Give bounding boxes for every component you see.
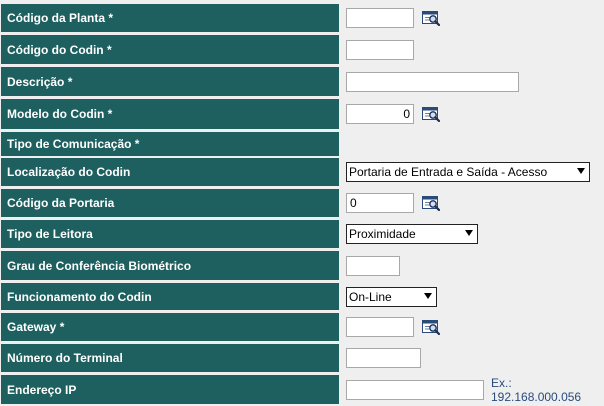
descricao-label: Descrição *: [1, 67, 339, 96]
tipo-leitora-select[interactable]: Proximidade: [346, 224, 478, 244]
codigo-codin-label: Código do Codin *: [1, 35, 339, 64]
grau-biometrico-input[interactable]: [346, 255, 400, 276]
localizacao-codin-select[interactable]: Portaria de Entrada e Saída - Acesso: [346, 162, 590, 182]
gateway-control: [346, 313, 440, 341]
row-grau-biometrico: Grau de Conferência Biométrico: [0, 251, 604, 280]
codigo-portaria-lookup-icon[interactable]: [422, 195, 440, 211]
row-numero-terminal: Número do Terminal: [0, 344, 604, 372]
descricao-input[interactable]: [346, 71, 519, 92]
grau-biometrico-control: [346, 251, 400, 280]
codigo-portaria-control: [346, 189, 440, 217]
row-tipo-leitora: Tipo de Leitora Proximidade: [0, 220, 604, 248]
gateway-label: Gateway *: [1, 313, 339, 341]
tipo-leitora-control: Proximidade: [346, 220, 478, 248]
codigo-portaria-input[interactable]: [346, 193, 414, 213]
row-gateway: Gateway *: [0, 313, 604, 341]
modelo-codin-lookup-icon[interactable]: [422, 106, 440, 122]
modelo-codin-control: [346, 99, 440, 129]
row-localizacao-codin: Localização do Codin Portaria de Entrada…: [0, 158, 604, 186]
localizacao-codin-label: Localização do Codin: [1, 158, 339, 186]
row-endereco-ip: Endereço IP Ex.: 192.168.000.056: [0, 375, 604, 404]
codigo-codin-control: [346, 35, 414, 64]
codigo-portaria-label: Código da Portaria: [1, 189, 339, 217]
row-codigo-planta: Código da Planta *: [0, 4, 604, 32]
descricao-control: [346, 67, 519, 96]
endereco-ip-hint: Ex.: 192.168.000.056: [491, 375, 582, 404]
row-codigo-portaria: Código da Portaria: [0, 189, 604, 217]
localizacao-codin-select-wrap: Portaria de Entrada e Saída - Acesso: [346, 162, 590, 182]
numero-terminal-label: Número do Terminal: [1, 344, 339, 372]
numero-terminal-control: [346, 344, 421, 372]
codin-form: Código da Planta * Código do Codin * Des…: [0, 0, 604, 406]
tipo-leitora-select-wrap: Proximidade: [346, 224, 478, 244]
gateway-lookup-icon[interactable]: [422, 319, 440, 335]
row-descricao: Descrição *: [0, 67, 604, 96]
grau-biometrico-label: Grau de Conferência Biométrico: [1, 251, 339, 280]
row-funcionamento-codin: Funcionamento do Codin On-Line: [0, 283, 604, 310]
tipo-comunicacao-label: Tipo de Comunicação *: [1, 132, 339, 156]
gateway-input[interactable]: [346, 317, 414, 337]
modelo-codin-input[interactable]: [346, 104, 414, 124]
endereco-ip-control: Ex.: 192.168.000.056: [346, 375, 604, 404]
endereco-ip-input[interactable]: [346, 379, 484, 400]
numero-terminal-input[interactable]: [346, 348, 421, 368]
codigo-codin-input[interactable]: [346, 39, 414, 60]
codigo-planta-input[interactable]: [346, 8, 414, 28]
funcionamento-codin-select-wrap: On-Line: [346, 286, 437, 307]
row-tipo-comunicacao: Tipo de Comunicação *: [0, 132, 604, 156]
localizacao-codin-control: Portaria de Entrada e Saída - Acesso: [346, 158, 590, 186]
row-codigo-codin: Código do Codin *: [0, 35, 604, 64]
endereco-ip-label: Endereço IP: [1, 375, 339, 404]
funcionamento-codin-select[interactable]: On-Line: [346, 286, 437, 307]
codigo-planta-lookup-icon[interactable]: [422, 10, 440, 26]
modelo-codin-label: Modelo do Codin *: [1, 99, 339, 129]
funcionamento-codin-control: On-Line: [346, 283, 437, 310]
tipo-leitora-label: Tipo de Leitora: [1, 220, 339, 248]
codigo-planta-control: [346, 4, 440, 32]
codigo-planta-label: Código da Planta *: [1, 4, 339, 32]
funcionamento-codin-label: Funcionamento do Codin: [1, 283, 339, 310]
row-modelo-codin: Modelo do Codin *: [0, 99, 604, 129]
